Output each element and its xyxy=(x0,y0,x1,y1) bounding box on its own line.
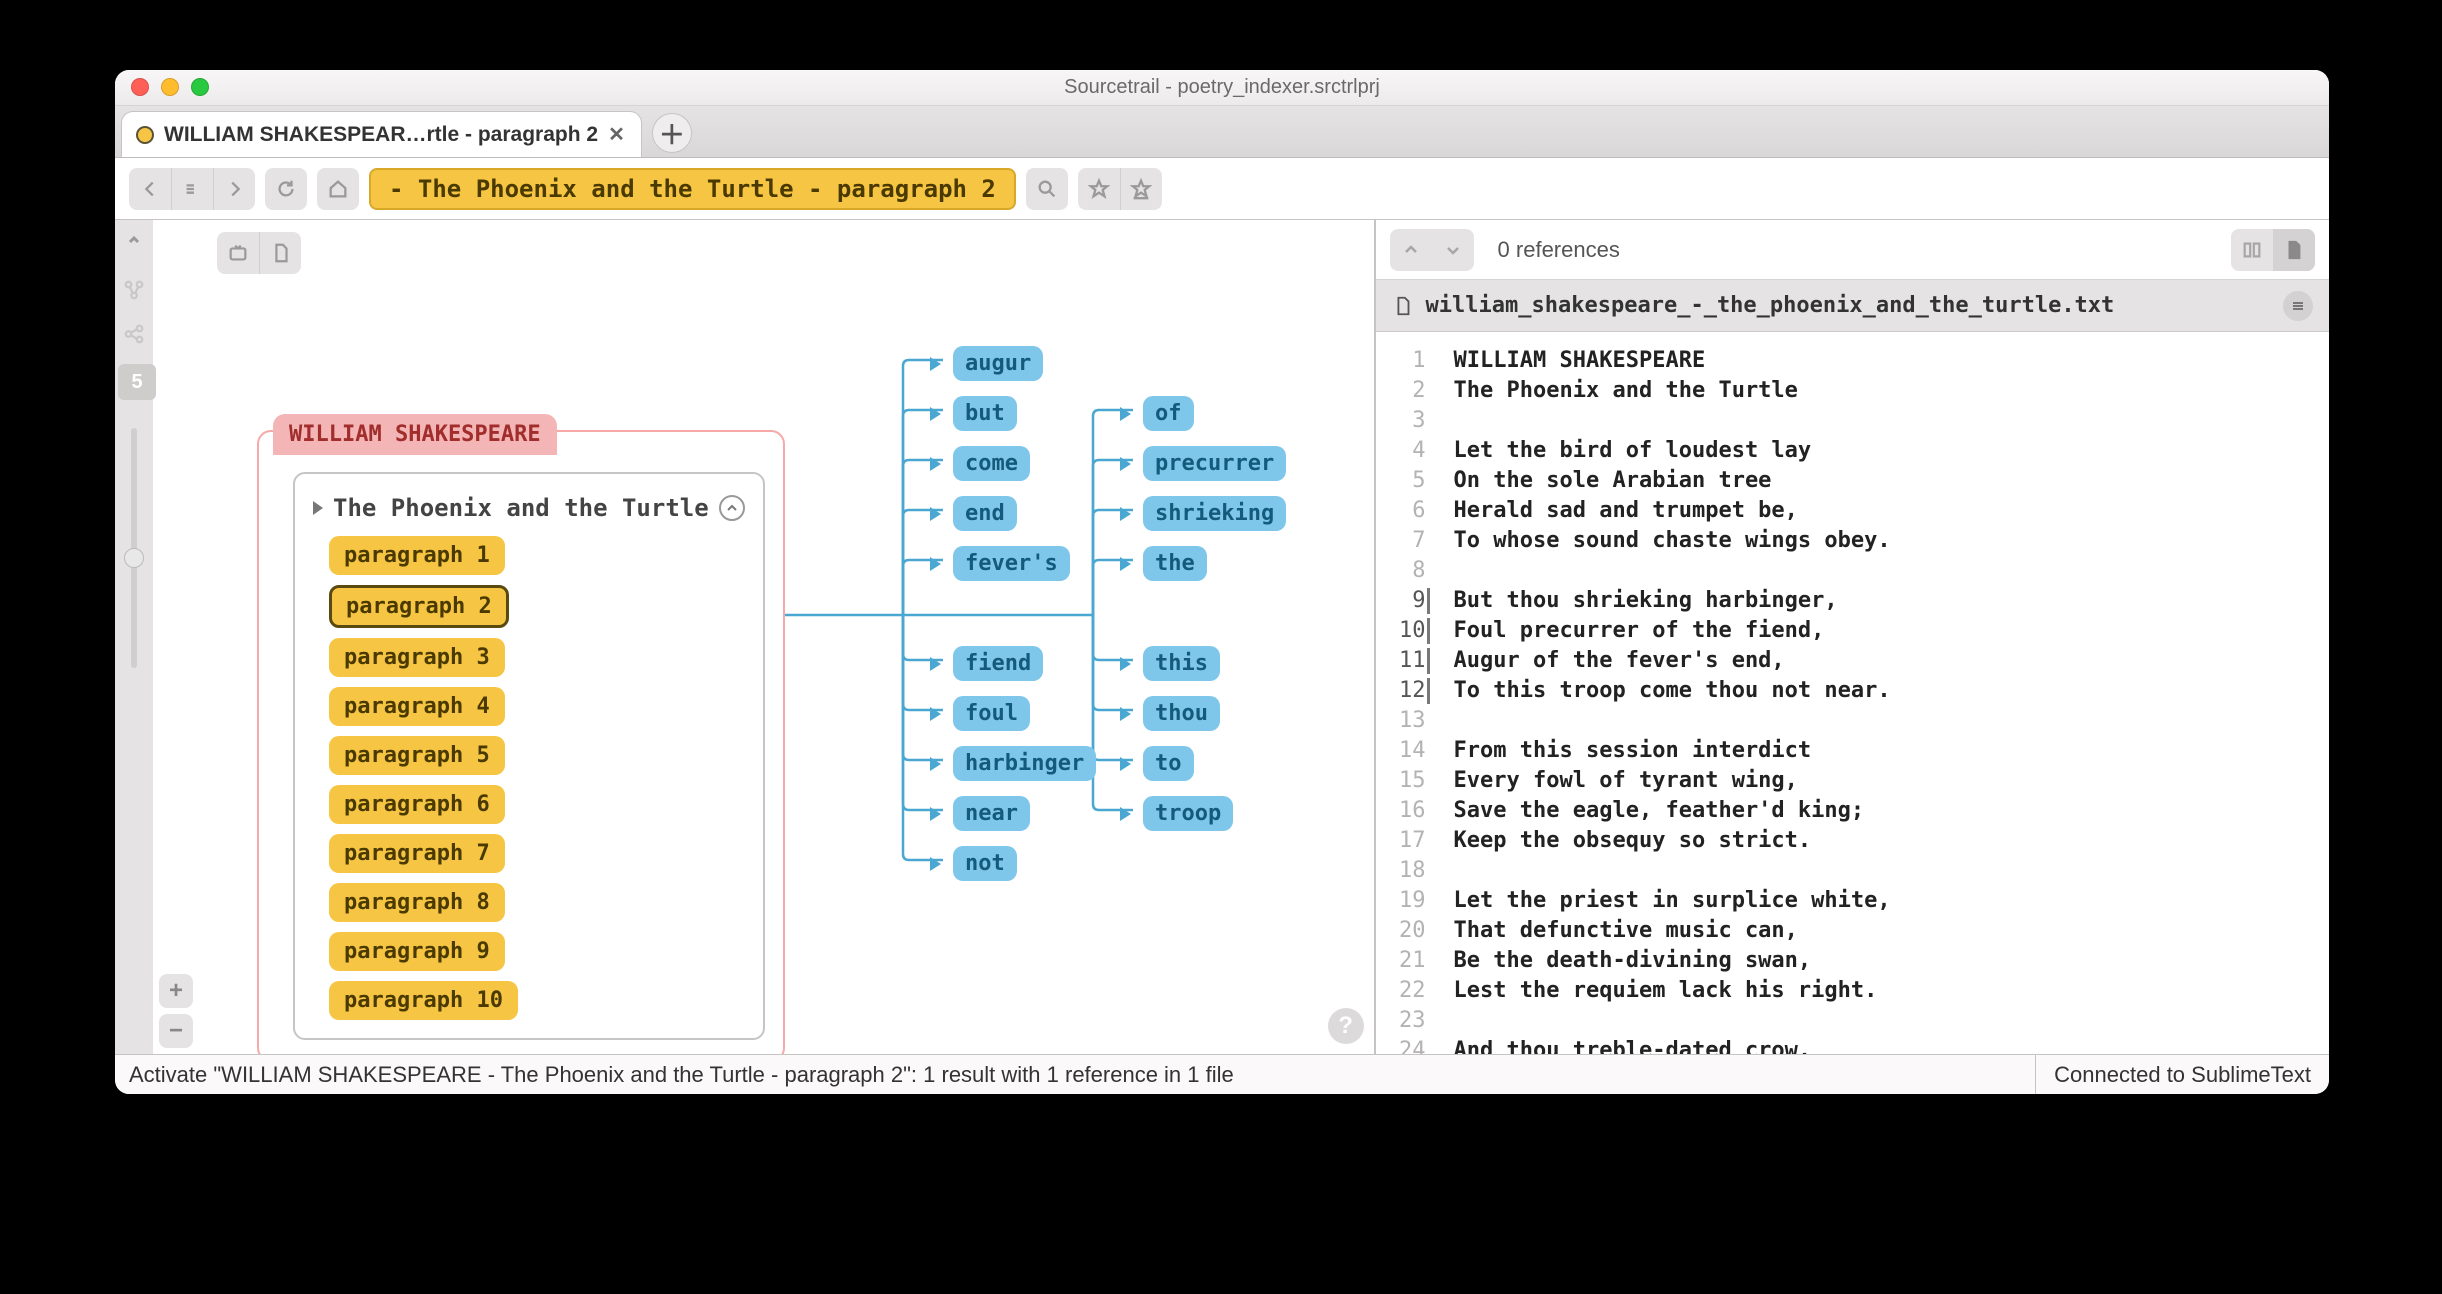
word-node[interactable]: but xyxy=(953,396,1017,431)
word-node[interactable]: end xyxy=(953,496,1017,531)
word-node[interactable]: of xyxy=(1143,396,1194,431)
zoom-in-button[interactable]: + xyxy=(159,974,193,1008)
paragraph-node[interactable]: paragraph 10 xyxy=(329,981,518,1020)
file-icon xyxy=(1392,295,1414,317)
bookmark-button[interactable] xyxy=(1078,168,1120,210)
graph-sidebar: 5 xyxy=(115,220,153,1054)
traffic-lights xyxy=(131,78,209,96)
author-card: WILLIAM SHAKESPEARE The Phoenix and the … xyxy=(257,430,785,1054)
references-count: 0 references xyxy=(1498,237,1620,263)
paragraph-node[interactable]: paragraph 1 xyxy=(329,536,505,575)
forward-button[interactable] xyxy=(213,168,255,210)
zoom-out-button[interactable]: − xyxy=(159,1014,193,1048)
line-gutter: 123456789101112131415161718192021222324 xyxy=(1376,332,1436,1054)
search-button[interactable] xyxy=(1026,168,1068,210)
graph-mode-button-2[interactable] xyxy=(115,312,153,356)
paragraph-node[interactable]: paragraph 2 xyxy=(329,585,509,628)
file-name: william_shakespeare_-_the_phoenix_and_th… xyxy=(1426,293,2115,318)
paragraph-node[interactable]: paragraph 4 xyxy=(329,687,505,726)
tab-label: WILLIAM SHAKESPEAR…rtle - paragraph 2 xyxy=(164,123,598,147)
bookmark-list-button[interactable] xyxy=(1120,168,1162,210)
statusbar: Activate "WILLIAM SHAKESPEARE - The Phoe… xyxy=(115,1054,2329,1094)
close-button[interactable] xyxy=(131,78,149,96)
main-body: 5 xyxy=(115,220,2329,1054)
tab-active[interactable]: WILLIAM SHAKESPEAR…rtle - paragraph 2 ✕ xyxy=(121,111,642,157)
help-button[interactable]: ? xyxy=(1328,1008,1364,1044)
paragraph-node[interactable]: paragraph 8 xyxy=(329,883,505,922)
word-node[interactable]: fever's xyxy=(953,546,1070,581)
ref-prev-button[interactable] xyxy=(1390,229,1432,271)
word-node[interactable]: harbinger xyxy=(953,746,1096,781)
new-tab-button[interactable]: ＋ xyxy=(652,113,692,153)
tabbar: WILLIAM SHAKESPEAR…rtle - paragraph 2 ✕ … xyxy=(115,106,2329,158)
word-node[interactable]: near xyxy=(953,796,1030,831)
graph-stage[interactable]: WILLIAM SHAKESPEARE The Phoenix and the … xyxy=(153,220,1374,1054)
word-node[interactable]: the xyxy=(1143,546,1207,581)
history-button[interactable] xyxy=(171,168,213,210)
hamburger-icon[interactable] xyxy=(2283,291,2313,321)
ref-nav-group xyxy=(1390,229,1474,271)
titlebar: Sourcetrail - poetry_indexer.srctrlprj xyxy=(115,70,2329,106)
word-node[interactable]: thou xyxy=(1143,696,1220,731)
full-view-button[interactable] xyxy=(2273,229,2315,271)
word-node[interactable]: shrieking xyxy=(1143,496,1286,531)
close-icon[interactable]: ✕ xyxy=(608,122,625,147)
poem-section: The Phoenix and the Turtle paragraph 1pa… xyxy=(293,472,765,1040)
app-window: Sourcetrail - poetry_indexer.srctrlprj W… xyxy=(115,70,2329,1094)
code-pane: 0 references william_shakespeare_-_the_p… xyxy=(1376,220,2329,1054)
nav-group xyxy=(129,168,255,210)
status-left: Activate "WILLIAM SHAKESPEARE - The Phoe… xyxy=(115,1062,1234,1088)
symbol-icon xyxy=(136,126,154,144)
author-name[interactable]: WILLIAM SHAKESPEARE xyxy=(273,414,557,455)
ref-next-button[interactable] xyxy=(1432,229,1474,271)
home-button[interactable] xyxy=(317,168,359,210)
paragraph-node[interactable]: paragraph 5 xyxy=(329,736,505,775)
minimize-button[interactable] xyxy=(161,78,179,96)
bookmark-group xyxy=(1078,168,1162,210)
paragraph-list: paragraph 1 paragraph 2 paragraph 3 paragra… xyxy=(309,536,749,1020)
code-view-group xyxy=(2231,229,2315,271)
section-title[interactable]: The Phoenix and the Turtle xyxy=(333,494,709,522)
word-node[interactable]: to xyxy=(1143,746,1194,781)
paragraph-node[interactable]: paragraph 7 xyxy=(329,834,505,873)
collapse-icon[interactable] xyxy=(719,495,745,521)
code-area[interactable]: 123456789101112131415161718192021222324 … xyxy=(1376,332,2329,1054)
paragraph-node[interactable]: paragraph 9 xyxy=(329,932,505,971)
zoom-controls: + − xyxy=(159,974,193,1048)
word-node[interactable]: come xyxy=(953,446,1030,481)
graph-mode-button-1[interactable] xyxy=(115,268,153,312)
breadcrumb[interactable]: - The Phoenix and the Turtle - paragraph… xyxy=(369,168,1016,210)
expand-icon[interactable] xyxy=(313,501,323,515)
status-right: Connected to SublimeText xyxy=(2035,1055,2329,1094)
depth-slider[interactable] xyxy=(115,408,153,1054)
code-content: WILLIAM SHAKESPEAREThe Phoenix and the T… xyxy=(1436,332,2329,1054)
refresh-button[interactable] xyxy=(265,168,307,210)
word-node[interactable]: troop xyxy=(1143,796,1233,831)
toolbar: - The Phoenix and the Turtle - paragraph… xyxy=(115,158,2329,220)
snippet-view-button[interactable] xyxy=(2231,229,2273,271)
maximize-button[interactable] xyxy=(191,78,209,96)
word-node[interactable]: not xyxy=(953,846,1017,881)
depth-number: 5 xyxy=(118,364,156,400)
file-header[interactable]: william_shakespeare_-_the_phoenix_and_th… xyxy=(1376,280,2329,332)
word-node[interactable]: this xyxy=(1143,646,1220,681)
references-bar: 0 references xyxy=(1376,220,2329,280)
window-title: Sourcetrail - poetry_indexer.srctrlprj xyxy=(1064,76,1380,99)
word-node[interactable]: fiend xyxy=(953,646,1043,681)
paragraph-node[interactable]: paragraph 6 xyxy=(329,785,505,824)
word-node[interactable]: augur xyxy=(953,346,1043,381)
word-node[interactable]: foul xyxy=(953,696,1030,731)
collapse-panel-button[interactable] xyxy=(115,220,153,260)
graph-pane: 5 xyxy=(115,220,1376,1054)
back-button[interactable] xyxy=(129,168,171,210)
word-node[interactable]: precurrer xyxy=(1143,446,1286,481)
paragraph-node[interactable]: paragraph 3 xyxy=(329,638,505,677)
